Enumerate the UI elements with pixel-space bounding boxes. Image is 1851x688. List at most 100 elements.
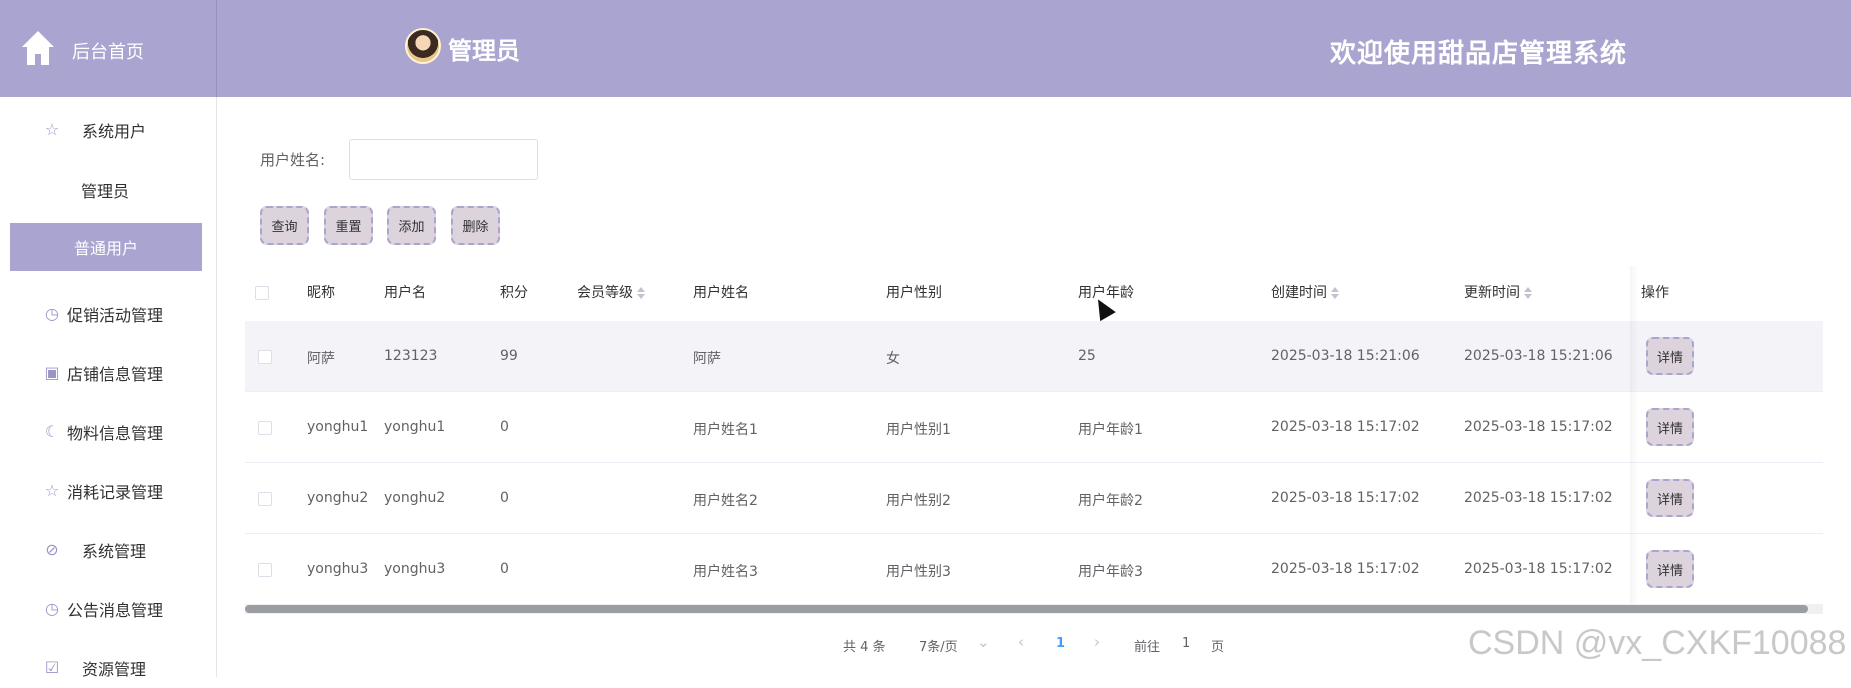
watermark: CSDN @vx_CXKF10088 (1468, 624, 1847, 662)
select-all-checkbox[interactable] (255, 286, 269, 300)
prev-page-icon[interactable]: ‹ (1018, 633, 1024, 651)
sidebar-item-normal-user[interactable]: 普通用户 (10, 223, 202, 271)
home-link[interactable]: 后台首页 (0, 0, 217, 97)
add-button[interactable]: 添加 (387, 206, 436, 245)
column-header: 操作 (1641, 285, 1669, 301)
cell-age: 用户年龄2 (1078, 493, 1143, 509)
page-number-current[interactable]: 1 (1056, 636, 1065, 651)
sidebar-item-resources[interactable]: ☑ 资源管理 (0, 648, 217, 688)
column-header: 用户姓名 (693, 285, 749, 301)
sidebar: ☆ 系统用户 管理员 普通用户 ◷ 促销活动管理 ▣ 店铺信息管理 ☾ 物料信息… (0, 97, 217, 679)
cell-gender: 用户性别3 (886, 564, 951, 580)
horizontal-scrollbar-thumb[interactable] (245, 605, 1808, 613)
delete-button[interactable]: 删除 (451, 206, 500, 245)
column-header: 用户名 (384, 285, 426, 301)
sort-icon[interactable] (637, 287, 645, 299)
row-checkbox[interactable] (258, 421, 272, 435)
cell-updated: 2025-03-18 15:17:02 (1464, 561, 1613, 577)
calendar-check-icon: ☑ (44, 658, 60, 677)
home-label: 后台首页 (72, 42, 144, 63)
column-header-sortable[interactable]: 会员等级 (577, 282, 645, 302)
cell-points: 0 (500, 419, 509, 435)
chevron-down-icon[interactable]: ⌄ (977, 633, 990, 651)
column-header: 昵称 (307, 285, 335, 301)
compass-icon: ⊘ (45, 540, 59, 559)
cell-gender: 用户性别2 (886, 493, 951, 509)
sidebar-item-announcements[interactable]: ◷ 公告消息管理 (0, 589, 217, 629)
query-button[interactable]: 查询 (260, 206, 309, 245)
search-label: 用户姓名: (260, 151, 326, 169)
moon-icon: ☾ (44, 422, 60, 441)
star-icon: ☆ (44, 120, 60, 139)
detail-button[interactable]: 详情 (1646, 550, 1694, 588)
sidebar-item-label: 店铺信息管理 (67, 365, 164, 384)
cell-created: 2025-03-18 15:17:02 (1271, 419, 1420, 435)
pagination-total: 共 4 条 (843, 640, 886, 655)
admin-name: 管理员 (448, 37, 520, 65)
cell-username: yonghu1 (384, 419, 446, 435)
cell-username: 123123 (384, 348, 438, 364)
cell-gender: 女 (886, 351, 900, 367)
cell-realname: 用户姓名3 (693, 564, 758, 580)
column-header-label: 创建时间 (1271, 285, 1327, 301)
cell-realname: 用户姓名1 (693, 422, 758, 438)
sidebar-item-label: 促销活动管理 (67, 306, 164, 325)
page-size-select[interactable]: 7条/页 (919, 636, 958, 655)
row-checkbox[interactable] (258, 350, 272, 364)
sidebar-item-label: 消耗记录管理 (67, 483, 164, 502)
cell-gender: 用户性别1 (886, 422, 951, 438)
clock-icon: ◷ (45, 304, 59, 323)
cell-username: yonghu3 (384, 561, 446, 577)
sidebar-item-label: 普通用户 (73, 239, 138, 258)
goto-prefix: 前往 (1134, 640, 1161, 655)
sidebar-item-system-users[interactable]: ☆ 系统用户 (0, 110, 217, 150)
cell-realname: 阿萨 (693, 351, 721, 367)
home-icon (22, 31, 54, 65)
goto-page-input[interactable]: 1 (1182, 636, 1190, 651)
reset-button[interactable]: 重置 (324, 206, 373, 245)
column-header-sortable[interactable]: 创建时间 (1271, 282, 1339, 302)
cell-created: 2025-03-18 15:17:02 (1271, 561, 1420, 577)
sidebar-item-label: 系统管理 (82, 542, 147, 561)
detail-button[interactable]: 详情 (1646, 337, 1694, 375)
row-checkbox[interactable] (258, 492, 272, 506)
sidebar-item-label: 公告消息管理 (67, 601, 164, 620)
sidebar-item-consumption[interactable]: ☆ 消耗记录管理 (0, 471, 217, 511)
column-header: 积分 (500, 285, 528, 301)
goto-suffix: 页 (1211, 640, 1225, 655)
detail-button[interactable]: 详情 (1646, 479, 1694, 517)
sidebar-item-label: 资源管理 (82, 660, 147, 679)
cell-nickname: yonghu2 (307, 490, 369, 506)
sort-icon[interactable] (1331, 287, 1339, 299)
sort-icon[interactable] (1524, 287, 1532, 299)
column-header-label: 会员等级 (577, 285, 633, 301)
column-header: 用户性别 (886, 285, 942, 301)
welcome-title: 欢迎使用甜品店管理系统 (1330, 39, 1628, 69)
cell-nickname: yonghu3 (307, 561, 369, 577)
star-icon: ☆ (44, 481, 60, 500)
search-input[interactable] (349, 139, 538, 180)
calendar-icon: ▣ (44, 363, 60, 382)
sidebar-item-system[interactable]: ⊘ 系统管理 (0, 530, 217, 570)
cell-points: 0 (500, 490, 509, 506)
cell-updated: 2025-03-18 15:17:02 (1464, 419, 1613, 435)
sidebar-item-label: 物料信息管理 (67, 424, 164, 443)
cell-age: 用户年龄3 (1078, 564, 1143, 580)
avatar (405, 28, 441, 64)
cell-points: 99 (500, 348, 518, 364)
cell-username: yonghu2 (384, 490, 446, 506)
cell-nickname: 阿萨 (307, 351, 335, 367)
column-header-label: 更新时间 (1464, 285, 1520, 301)
row-checkbox[interactable] (258, 563, 272, 577)
cell-created: 2025-03-18 15:21:06 (1271, 348, 1420, 364)
cell-updated: 2025-03-18 15:17:02 (1464, 490, 1613, 506)
sidebar-item-materials[interactable]: ☾ 物料信息管理 (0, 412, 217, 452)
cell-age: 用户年龄1 (1078, 422, 1143, 438)
sidebar-item-promotion[interactable]: ◷ 促销活动管理 (0, 294, 217, 334)
cell-age: 25 (1078, 348, 1096, 364)
next-page-icon[interactable]: › (1094, 633, 1100, 651)
detail-button[interactable]: 详情 (1646, 408, 1694, 446)
column-header-sortable[interactable]: 更新时间 (1464, 282, 1532, 302)
sidebar-item-store-info[interactable]: ▣ 店铺信息管理 (0, 353, 217, 393)
sidebar-item-admin[interactable]: 管理员 (0, 170, 217, 210)
